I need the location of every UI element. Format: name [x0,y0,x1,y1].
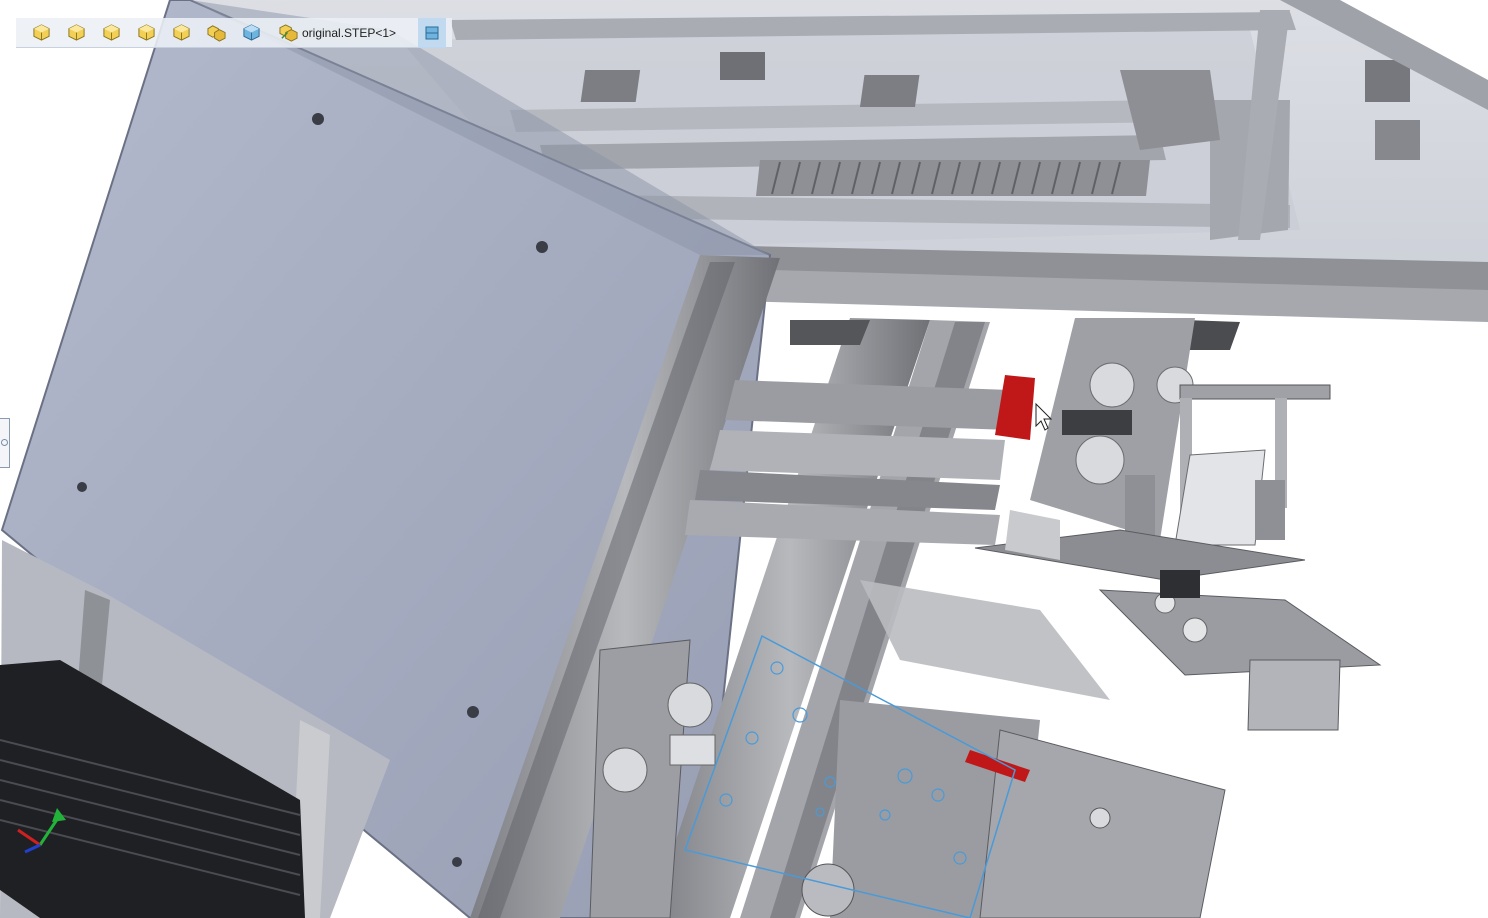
breadcrumb-item[interactable] [205,21,228,44]
part-blue-cube-icon [243,24,260,41]
panel-toggle-icon [1,439,8,446]
assembly-stack-icon [207,25,226,42]
collapsed-panel-tab[interactable] [0,418,10,468]
breadcrumb-body-button[interactable] [418,17,447,48]
breadcrumb-file-label: original.STEP<1> [302,25,397,40]
part-yellow-cube-icon [138,24,155,41]
cad-graphics-area[interactable] [0,0,1488,918]
assembly-icon [279,24,298,42]
part-yellow-cube-icon [68,24,85,41]
breadcrumb-item[interactable] [65,21,88,44]
breadcrumb-item[interactable] [30,21,53,44]
breadcrumb-item[interactable] [100,21,123,44]
body-icon [425,26,439,39]
breadcrumb-item[interactable] [240,21,263,44]
part-yellow-cube-icon [103,24,120,41]
feature-breadcrumb: original.STEP<1> [16,17,452,48]
part-yellow-cube-icon [173,24,190,41]
breadcrumb-item[interactable] [135,21,158,44]
breadcrumb-item[interactable] [170,21,193,44]
breadcrumb-file-item[interactable]: original.STEP<1> [275,21,400,44]
part-yellow-cube-icon [33,24,50,41]
cad-model-view[interactable] [0,0,1488,918]
